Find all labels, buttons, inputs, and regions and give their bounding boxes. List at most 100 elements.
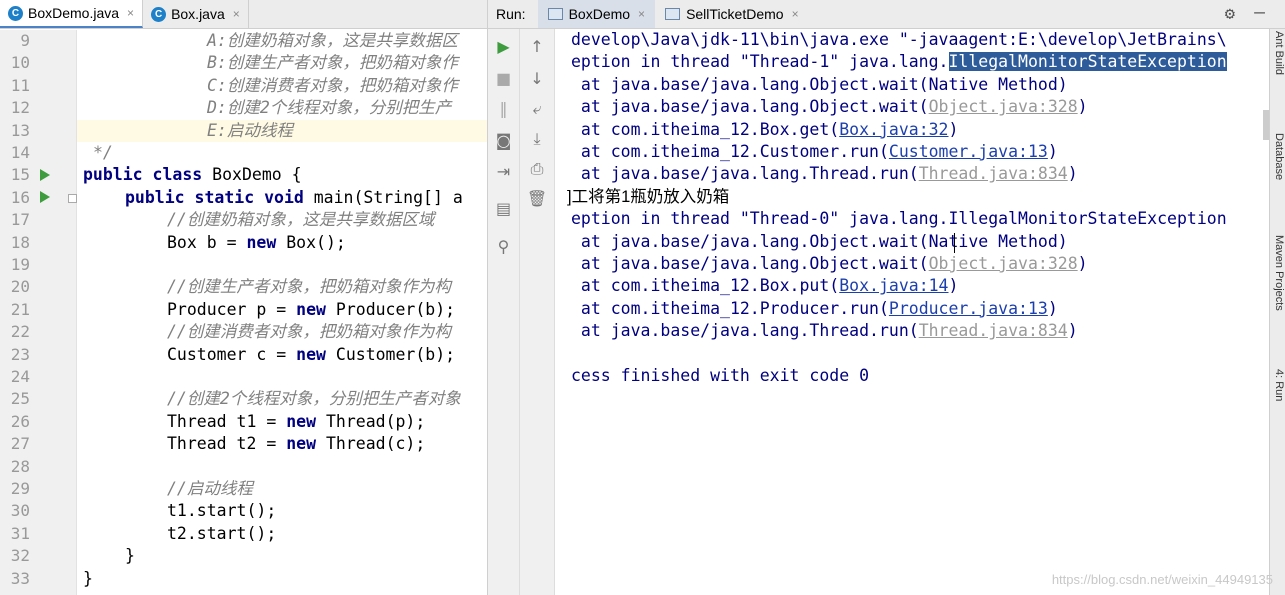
- tab-label: BoxDemo: [568, 6, 631, 22]
- line-number-gutter[interactable]: 9 10 11 12 13 14 15 16 17 18 19 20 21 22…: [0, 30, 77, 595]
- line-number: 29: [10, 479, 30, 498]
- tab-run-boxdemo[interactable]: BoxDemo ×: [537, 0, 656, 28]
- output-line: at java.base/java.lang.Thread.run(Thread…: [571, 321, 1078, 341]
- line-number: 12: [10, 98, 30, 118]
- tool-window-strip: Ant Build Database Maven Projects 4: Run: [1269, 29, 1285, 595]
- class-icon: C: [151, 6, 167, 22]
- run-toolbar-left: ▶ ■ ‖ ◙ ⇥ ▤ ⚲: [488, 29, 520, 595]
- source-link[interactable]: Customer.java:13: [889, 142, 1048, 161]
- code-line-18: Box b = new Box();: [167, 232, 346, 252]
- output-line: at java.base/java.lang.Object.wait(Nativ…: [571, 231, 1068, 251]
- line-number: 18: [10, 232, 30, 252]
- tab-box-java[interactable]: C Box.java ×: [143, 0, 249, 28]
- source-link[interactable]: Thread.java:834: [919, 321, 1068, 340]
- run-main-icon[interactable]: [40, 191, 50, 203]
- line-number: 22: [10, 322, 30, 342]
- code-line-30: t1.start();: [167, 501, 277, 521]
- line-number: 27: [10, 434, 30, 454]
- source-link[interactable]: Object.java:328: [929, 97, 1078, 116]
- code-line-33: }: [83, 568, 93, 588]
- line-number: 32: [10, 546, 30, 566]
- output-line: develop\Java\jdk-11\bin\java.exe "-javaa…: [571, 30, 1227, 49]
- output-line: at com.itheima_12.Customer.run(Customer.…: [571, 142, 1058, 161]
- output-line: ]工将第1瓶奶放入奶箱: [567, 187, 730, 206]
- code-line-23: Customer c = new Customer(b);: [167, 344, 456, 364]
- camera-icon[interactable]: ◙: [488, 131, 519, 150]
- source-link[interactable]: Box.java:14: [839, 276, 948, 295]
- code-line-11: C:创建消费者对象，把奶箱对象作: [207, 75, 458, 95]
- console-icon: [665, 8, 681, 20]
- code-line-27: Thread t2 = new Thread(c);: [167, 434, 426, 454]
- code-line-29: //启动线程: [167, 479, 253, 498]
- code-line-13: E:启动线程: [207, 120, 293, 140]
- fold-icon[interactable]: [68, 194, 77, 203]
- minimize-icon[interactable]: —: [1254, 2, 1265, 23]
- line-number: 30: [10, 501, 30, 521]
- up-arrow-icon[interactable]: ↑: [520, 37, 554, 56]
- source-link[interactable]: Object.java:328: [929, 254, 1078, 273]
- close-icon[interactable]: ×: [792, 7, 799, 21]
- close-icon[interactable]: ×: [638, 7, 645, 21]
- tab-label: BoxDemo.java: [28, 5, 120, 21]
- close-icon[interactable]: ×: [127, 6, 134, 20]
- line-number: 17: [10, 210, 30, 230]
- gear-icon[interactable]: ⚙: [1225, 4, 1235, 24]
- line-number: 25: [10, 389, 30, 409]
- code-line-12: D:创建2个线程对象，分别把生产: [207, 98, 452, 118]
- editor-tab-bar: C BoxDemo.java × C Box.java ×: [0, 0, 487, 29]
- source-link[interactable]: Box.java:32: [839, 120, 948, 139]
- output-line: at com.itheima_12.Producer.run(Producer.…: [571, 298, 1058, 318]
- line-number: 26: [10, 411, 30, 431]
- line-number: 16: [10, 187, 30, 207]
- layout-icon[interactable]: ▤: [488, 199, 519, 218]
- run-class-icon[interactable]: [40, 169, 50, 181]
- code-area[interactable]: A:创建奶箱对象，这是共享数据区 B:创建生产者对象，把奶箱对象作 C:创建消费…: [77, 30, 487, 595]
- pause-icon[interactable]: ‖: [488, 99, 519, 118]
- line-number: 23: [10, 344, 30, 364]
- close-icon[interactable]: ×: [233, 7, 240, 21]
- source-link[interactable]: Producer.java:13: [889, 299, 1048, 318]
- soft-wrap-icon[interactable]: ⤶: [520, 99, 554, 119]
- output-line: at java.base/java.lang.Object.wait(Objec…: [571, 97, 1088, 117]
- output-line: eption in thread "Thread-1" java.lang.Il…: [571, 52, 1227, 72]
- line-number: 9: [20, 31, 30, 50]
- output-line: at com.itheima_12.Box.get(Box.java:32): [571, 119, 959, 139]
- class-icon: C: [8, 5, 23, 21]
- output-line: eption in thread "Thread-0" java.lang.Il…: [571, 209, 1227, 229]
- scroll-to-end-icon[interactable]: ⤓: [520, 129, 554, 149]
- code-line-14: */: [93, 143, 113, 162]
- run-tab-bar: Run: BoxDemo × SellTicketDemo × ⚙ —: [488, 0, 1285, 29]
- trash-icon[interactable]: 🗑: [520, 189, 554, 208]
- code-line-26: Thread t1 = new Thread(p);: [167, 411, 426, 431]
- text-cursor: [954, 233, 955, 253]
- run-toolbar-right: ↑ ↓ ⤶ ⤓ ⎙ 🗑: [520, 29, 555, 595]
- code-line-20: //创建生产者对象，把奶箱对象作为构: [167, 277, 451, 297]
- code-line-10: B:创建生产者对象，把奶箱对象作: [207, 53, 458, 73]
- line-number: 21: [10, 299, 30, 319]
- line-number: 15: [10, 165, 30, 185]
- code-line-16: public static void main(String[] a: [125, 187, 463, 207]
- console-icon: [547, 8, 563, 20]
- side-tab-database[interactable]: Database: [1270, 133, 1285, 180]
- print-icon[interactable]: ⎙: [520, 159, 554, 179]
- stop-icon[interactable]: ■: [488, 69, 519, 88]
- output-line: at java.base/java.lang.Object.wait(Objec…: [571, 254, 1088, 273]
- pin-icon[interactable]: ⚲: [488, 237, 519, 256]
- source-link[interactable]: Thread.java:834: [919, 164, 1068, 183]
- line-number: 20: [10, 277, 30, 297]
- selected-text: IllegalMonitorStateException: [948, 52, 1227, 72]
- down-arrow-icon[interactable]: ↓: [520, 69, 554, 88]
- console-output[interactable]: develop\Java\jdk-11\bin\java.exe "-javaa…: [555, 29, 1270, 595]
- side-tab-run[interactable]: 4: Run: [1270, 369, 1285, 401]
- output-line: cess finished with exit code 0: [571, 366, 870, 385]
- line-number: 19: [10, 255, 30, 274]
- code-line-21: Producer p = new Producer(b);: [167, 299, 456, 319]
- side-tab-maven-projects[interactable]: Maven Projects: [1270, 235, 1285, 311]
- exit-icon[interactable]: ⇥: [488, 162, 519, 181]
- tab-run-sellticketdemo[interactable]: SellTicketDemo ×: [655, 0, 809, 28]
- side-tab-ant-build[interactable]: Ant Build: [1270, 31, 1285, 75]
- tab-boxdemo-java[interactable]: C BoxDemo.java ×: [0, 0, 144, 28]
- watermark: https://blog.csdn.net/weixin_44949135: [1051, 572, 1273, 587]
- rerun-icon[interactable]: ▶: [488, 37, 519, 56]
- code-line-32: }: [125, 546, 135, 566]
